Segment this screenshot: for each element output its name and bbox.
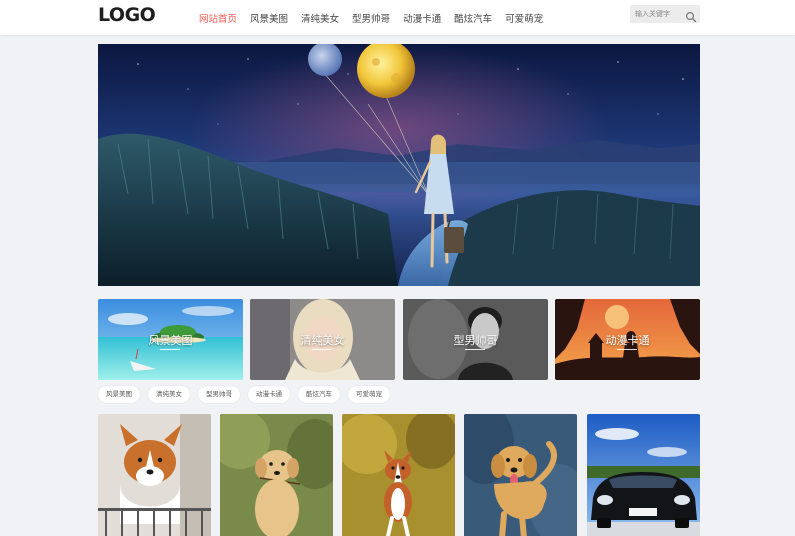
thumbnail-item[interactable] — [98, 414, 211, 536]
nav-item-cars[interactable]: 酷炫汽车 — [454, 11, 492, 25]
category-label-scenery: 风景美图 — [148, 333, 193, 347]
nav-item-anime[interactable]: 动漫卡通 — [403, 11, 441, 25]
nav-item-scenery[interactable]: 风景美图 — [250, 11, 288, 25]
category-underline — [465, 349, 485, 350]
category-card-handsome[interactable]: 型男帅哥 — [403, 299, 548, 380]
nav-item-pets[interactable]: 可爱萌宠 — [505, 11, 543, 25]
nav-item-handsome[interactable]: 型男帅哥 — [352, 11, 390, 25]
category-underline — [160, 349, 180, 350]
tag-scenery[interactable]: 风景美图 — [98, 386, 140, 403]
site-logo[interactable]: LOGO — [98, 4, 156, 26]
category-card-anime[interactable]: 动漫卡通 — [555, 299, 700, 380]
thumbnail-item[interactable] — [220, 414, 333, 536]
search-icon[interactable] — [685, 8, 697, 23]
top-header: LOGO 网站首页 风景美图 清纯美女 型男帅哥 动漫卡通 酷炫汽车 可爱萌宠 — [0, 0, 795, 35]
tag-anime[interactable]: 动漫卡通 — [248, 386, 290, 403]
category-card-scenery[interactable]: 风景美图 — [98, 299, 243, 380]
tag-pets[interactable]: 可爱萌宠 — [348, 386, 390, 403]
nav-item-home[interactable]: 网站首页 — [199, 11, 237, 25]
tag-beauty[interactable]: 清纯美女 — [148, 386, 190, 403]
main-nav: 网站首页 风景美图 清纯美女 型男帅哥 动漫卡通 酷炫汽车 可爱萌宠 — [199, 0, 556, 35]
category-card-beauty[interactable]: 清纯美女 — [250, 299, 395, 380]
search-input[interactable] — [630, 5, 682, 23]
tag-list: 风景美图 清纯美女 型男帅哥 动漫卡通 酷炫汽车 可爱萌宠 — [98, 386, 398, 404]
hero-banner[interactable] — [98, 44, 700, 286]
thumbnail-item[interactable] — [342, 414, 455, 536]
corgi-photo — [98, 414, 211, 536]
category-underline — [312, 349, 332, 350]
golden-retriever-photo — [464, 414, 577, 536]
category-label-beauty: 清纯美女 — [300, 333, 345, 347]
category-cards: 风景美图 清纯美女 型男帅哥 动漫卡通 — [98, 299, 700, 380]
thumbnail-item[interactable] — [587, 414, 700, 536]
hero-banner-image — [98, 44, 700, 286]
category-label-anime: 动漫卡通 — [605, 333, 650, 347]
tag-cars[interactable]: 酷炫汽车 — [298, 386, 340, 403]
tag-handsome[interactable]: 型男帅哥 — [198, 386, 240, 403]
nav-item-beauty[interactable]: 清纯美女 — [301, 11, 339, 25]
thumbnail-grid — [98, 414, 700, 536]
thumbnail-item[interactable] — [464, 414, 577, 536]
category-underline — [617, 349, 637, 350]
category-label-handsome: 型男帅哥 — [453, 333, 498, 347]
golden-puppy-photo — [220, 414, 333, 536]
small-dog-photo — [342, 414, 455, 536]
sports-car-photo — [587, 414, 700, 536]
search-box — [630, 5, 700, 23]
